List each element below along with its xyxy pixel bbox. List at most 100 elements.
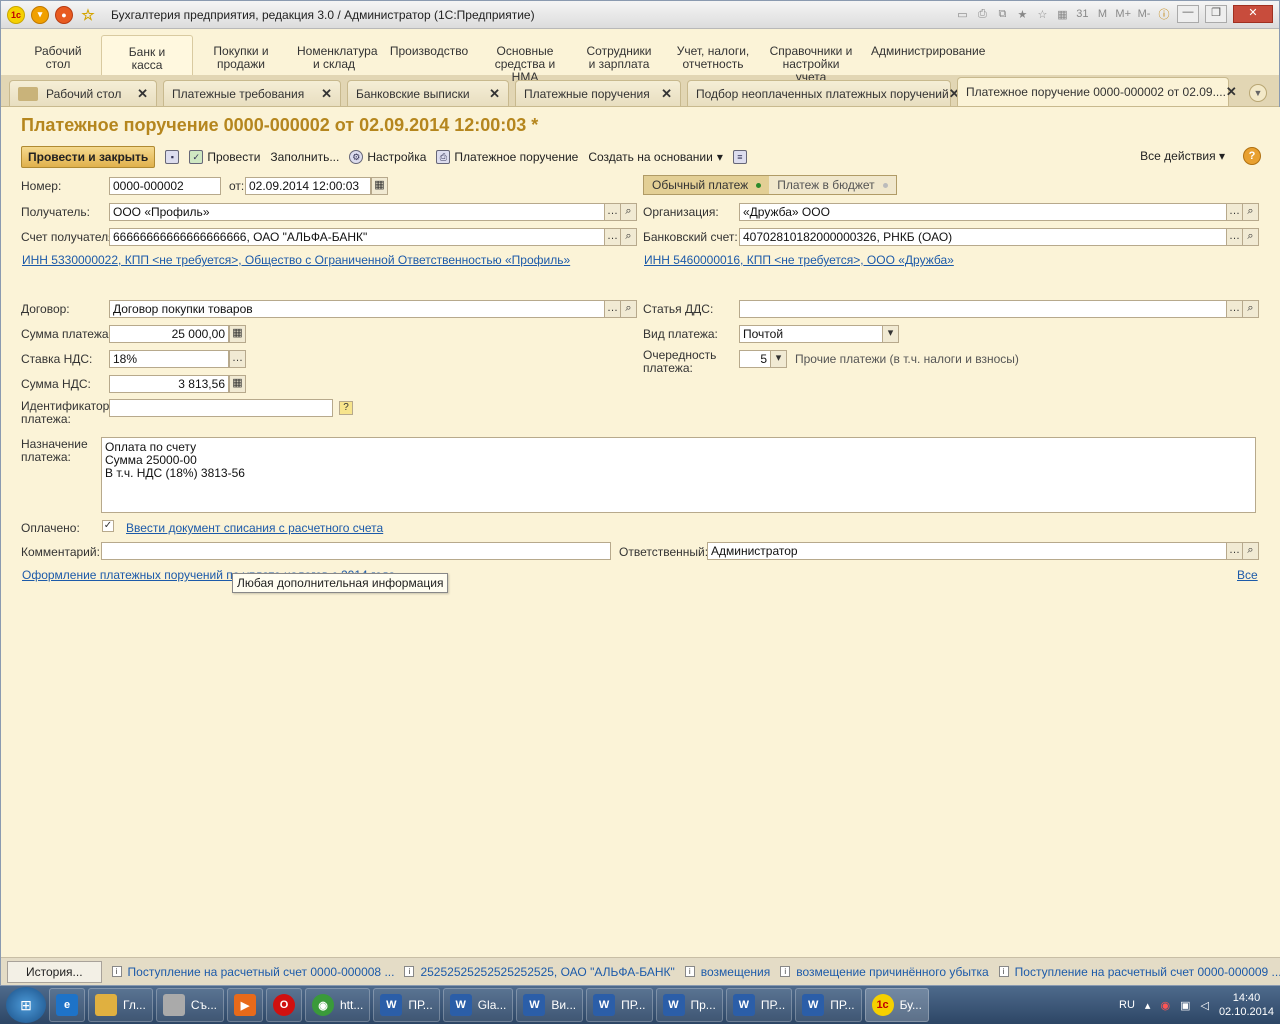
section-bank[interactable]: Банк и касса <box>101 35 193 75</box>
section-taxes[interactable]: Учет, налоги, отчетность <box>667 35 759 71</box>
bank-account-select-button[interactable]: … <box>1226 228 1243 246</box>
vat-sum-field[interactable]: 3 813,56 <box>109 375 229 393</box>
contract-select-button[interactable]: … <box>604 300 621 318</box>
recipient-account-search-icon[interactable]: ⌕ <box>620 228 637 246</box>
section-purchases[interactable]: Покупки и продажи <box>193 35 289 71</box>
memory-mminus-label[interactable]: M- <box>1137 8 1151 20</box>
tab-desktop[interactable]: Рабочий стол ✕ <box>9 80 157 106</box>
tab-unpaid-selection[interactable]: Подбор неоплаченных платежных поручений … <box>687 80 960 106</box>
number-field[interactable]: 0000-000002 <box>109 177 221 195</box>
responsible-field[interactable]: Администратор <box>707 542 1227 560</box>
taskbar-ie[interactable]: e <box>49 988 85 1022</box>
home-icon[interactable]: ● <box>55 5 73 24</box>
bank-account-search-icon[interactable]: ⌕ <box>1242 228 1259 246</box>
taskbar-word[interactable]: W ПР... <box>586 988 653 1022</box>
close-tab-icon[interactable]: ✕ <box>137 86 148 102</box>
close-tab-icon[interactable]: ✕ <box>321 86 332 102</box>
dds-select-button[interactable]: … <box>1226 300 1243 318</box>
taskbar-word[interactable]: W ПР... <box>795 988 862 1022</box>
network-icon[interactable]: ▣ <box>1180 999 1190 1012</box>
app-logo-icon[interactable]: 1с <box>7 5 25 24</box>
print-icon[interactable]: ⎙ <box>975 8 989 21</box>
recipient-field[interactable]: ООО «Профиль» <box>109 203 605 221</box>
payment-id-field[interactable] <box>109 399 333 417</box>
report-button[interactable]: ≡ <box>732 150 747 164</box>
normal-payment-option[interactable]: Обычный платеж <box>644 176 770 194</box>
close-button[interactable]: ✕ <box>1233 5 1273 23</box>
dds-search-icon[interactable]: ⌕ <box>1242 300 1259 318</box>
taskbar-word[interactable]: W Пр... <box>655 988 723 1022</box>
vat-rate-field[interactable]: 18% <box>109 350 229 368</box>
recipient-search-icon[interactable]: ⌕ <box>620 203 637 221</box>
section-production[interactable]: Производство <box>379 35 479 58</box>
recipient-account-select-button[interactable]: … <box>604 228 621 246</box>
memory-m-label[interactable]: M <box>1095 8 1109 20</box>
vat-rate-select-button[interactable]: … <box>229 350 246 368</box>
organization-inn-link[interactable]: ИНН 5460000016, КПП <не требуется>, ООО … <box>644 253 954 267</box>
close-tab-icon[interactable]: ✕ <box>1226 84 1237 100</box>
write-off-link[interactable]: Ввести документ списания с расчетного сч… <box>126 521 383 535</box>
all-actions-button[interactable]: Все действия ▾ <box>1140 149 1225 163</box>
tab-payment-orders[interactable]: Платежные поручения ✕ <box>515 80 681 106</box>
contract-field[interactable]: Договор покупки товаров <box>109 300 605 318</box>
organization-search-icon[interactable]: ⌕ <box>1242 203 1259 221</box>
recipient-account-field[interactable]: 66666666666666666666, ОАО "АЛЬФА-БАНК" <box>109 228 605 246</box>
fill-button[interactable]: Заполнить... <box>270 150 339 164</box>
calculator-icon[interactable]: ▦ <box>1055 8 1069 21</box>
taskbar-word[interactable]: W Gla... <box>442 988 514 1022</box>
calendar-icon[interactable]: 31 <box>1075 8 1089 20</box>
help-icon[interactable]: ? <box>1243 147 1261 165</box>
taskbar-explorer[interactable]: Гл... <box>88 988 153 1022</box>
dds-field[interactable] <box>739 300 1227 318</box>
close-tab-icon[interactable]: ✕ <box>661 86 672 102</box>
section-nomenclature[interactable]: Номенклатура и склад <box>289 35 379 71</box>
payment-type-select[interactable]: Почтой <box>739 325 883 343</box>
favorites-icon[interactable]: ★ <box>1015 8 1029 21</box>
volume-icon[interactable]: ◁ <box>1200 999 1208 1012</box>
section-administration[interactable]: Администрирование <box>863 35 985 58</box>
antivirus-icon[interactable]: ◉ <box>1160 999 1170 1012</box>
start-button[interactable]: ⊞ <box>6 987 46 1023</box>
save-icon[interactable]: ▭ <box>955 8 969 21</box>
purpose-textarea[interactable]: Оплата по счету Сумма 25000-00 В т.ч. НД… <box>101 437 1256 513</box>
vat-calculator-icon[interactable]: ▦ <box>229 375 246 393</box>
history-icon[interactable]: ☆ <box>1035 8 1049 21</box>
organization-select-button[interactable]: … <box>1226 203 1243 221</box>
calendar-icon[interactable]: ▦ <box>371 177 388 195</box>
tab-payment-order-current[interactable]: Платежное поручение 0000-000002 от 02.09… <box>957 77 1237 106</box>
contract-search-icon[interactable]: ⌕ <box>620 300 637 318</box>
memory-mplus-label[interactable]: M+ <box>1115 8 1131 20</box>
clock[interactable]: 14:40 02.10.2014 <box>1219 991 1274 1019</box>
budget-payment-option[interactable]: Платеж в бюджет <box>769 176 896 194</box>
section-desktop[interactable]: Рабочий стол <box>15 35 101 71</box>
history-button[interactable]: История... <box>7 960 102 983</box>
comment-field[interactable] <box>101 542 611 560</box>
taskbar-word[interactable]: W ПР... <box>373 988 440 1022</box>
status-item[interactable]: i возмещение причинённого убытка <box>780 965 989 979</box>
organization-field[interactable]: «Дружба» ООО <box>739 203 1227 221</box>
responsible-search-icon[interactable]: ⌕ <box>1242 542 1259 560</box>
taskbar-scanner[interactable]: Съ... <box>155 988 224 1022</box>
priority-field[interactable]: 5 <box>739 350 771 368</box>
priority-chevron-down-icon[interactable]: ▾ <box>770 350 787 368</box>
taskbar-word[interactable]: W ПР... <box>725 988 793 1022</box>
tabs-more-icon[interactable]: ▼ <box>1249 84 1267 102</box>
print-button[interactable]: ⎙ Платежное поручение <box>436 150 578 164</box>
status-item[interactable]: i Поступление на расчетный счет 0000-0000… <box>998 965 1280 979</box>
create-based-button[interactable]: Создать на основании ▾ <box>588 150 723 164</box>
recipient-inn-link[interactable]: ИНН 5330000022, КПП <не требуется>, Обще… <box>22 253 570 267</box>
favorites-star-icon[interactable]: ☆ <box>79 6 97 24</box>
taskbar-media[interactable]: ▶ <box>227 988 263 1022</box>
date-field[interactable]: 02.09.2014 12:00:03 <box>245 177 371 195</box>
paid-checkbox[interactable]: ✓ <box>102 520 114 532</box>
tab-bank-statements[interactable]: Банковские выписки ✕ <box>347 80 509 106</box>
chevron-down-icon[interactable]: ▾ <box>882 325 899 343</box>
maximize-button[interactable]: ❐ <box>1205 5 1227 23</box>
copy-icon[interactable]: ⧉ <box>995 8 1009 21</box>
calculator-icon[interactable]: ▦ <box>229 325 246 343</box>
post-and-close-button[interactable]: Провести и закрыть <box>21 146 156 168</box>
info-icon[interactable]: ⓘ <box>1157 6 1171 22</box>
taskbar-word[interactable]: W Ви... <box>516 988 584 1022</box>
section-fixed-assets[interactable]: Основные средства и НМА <box>479 35 571 84</box>
section-references[interactable]: Справочники и настройки учета <box>759 35 863 84</box>
